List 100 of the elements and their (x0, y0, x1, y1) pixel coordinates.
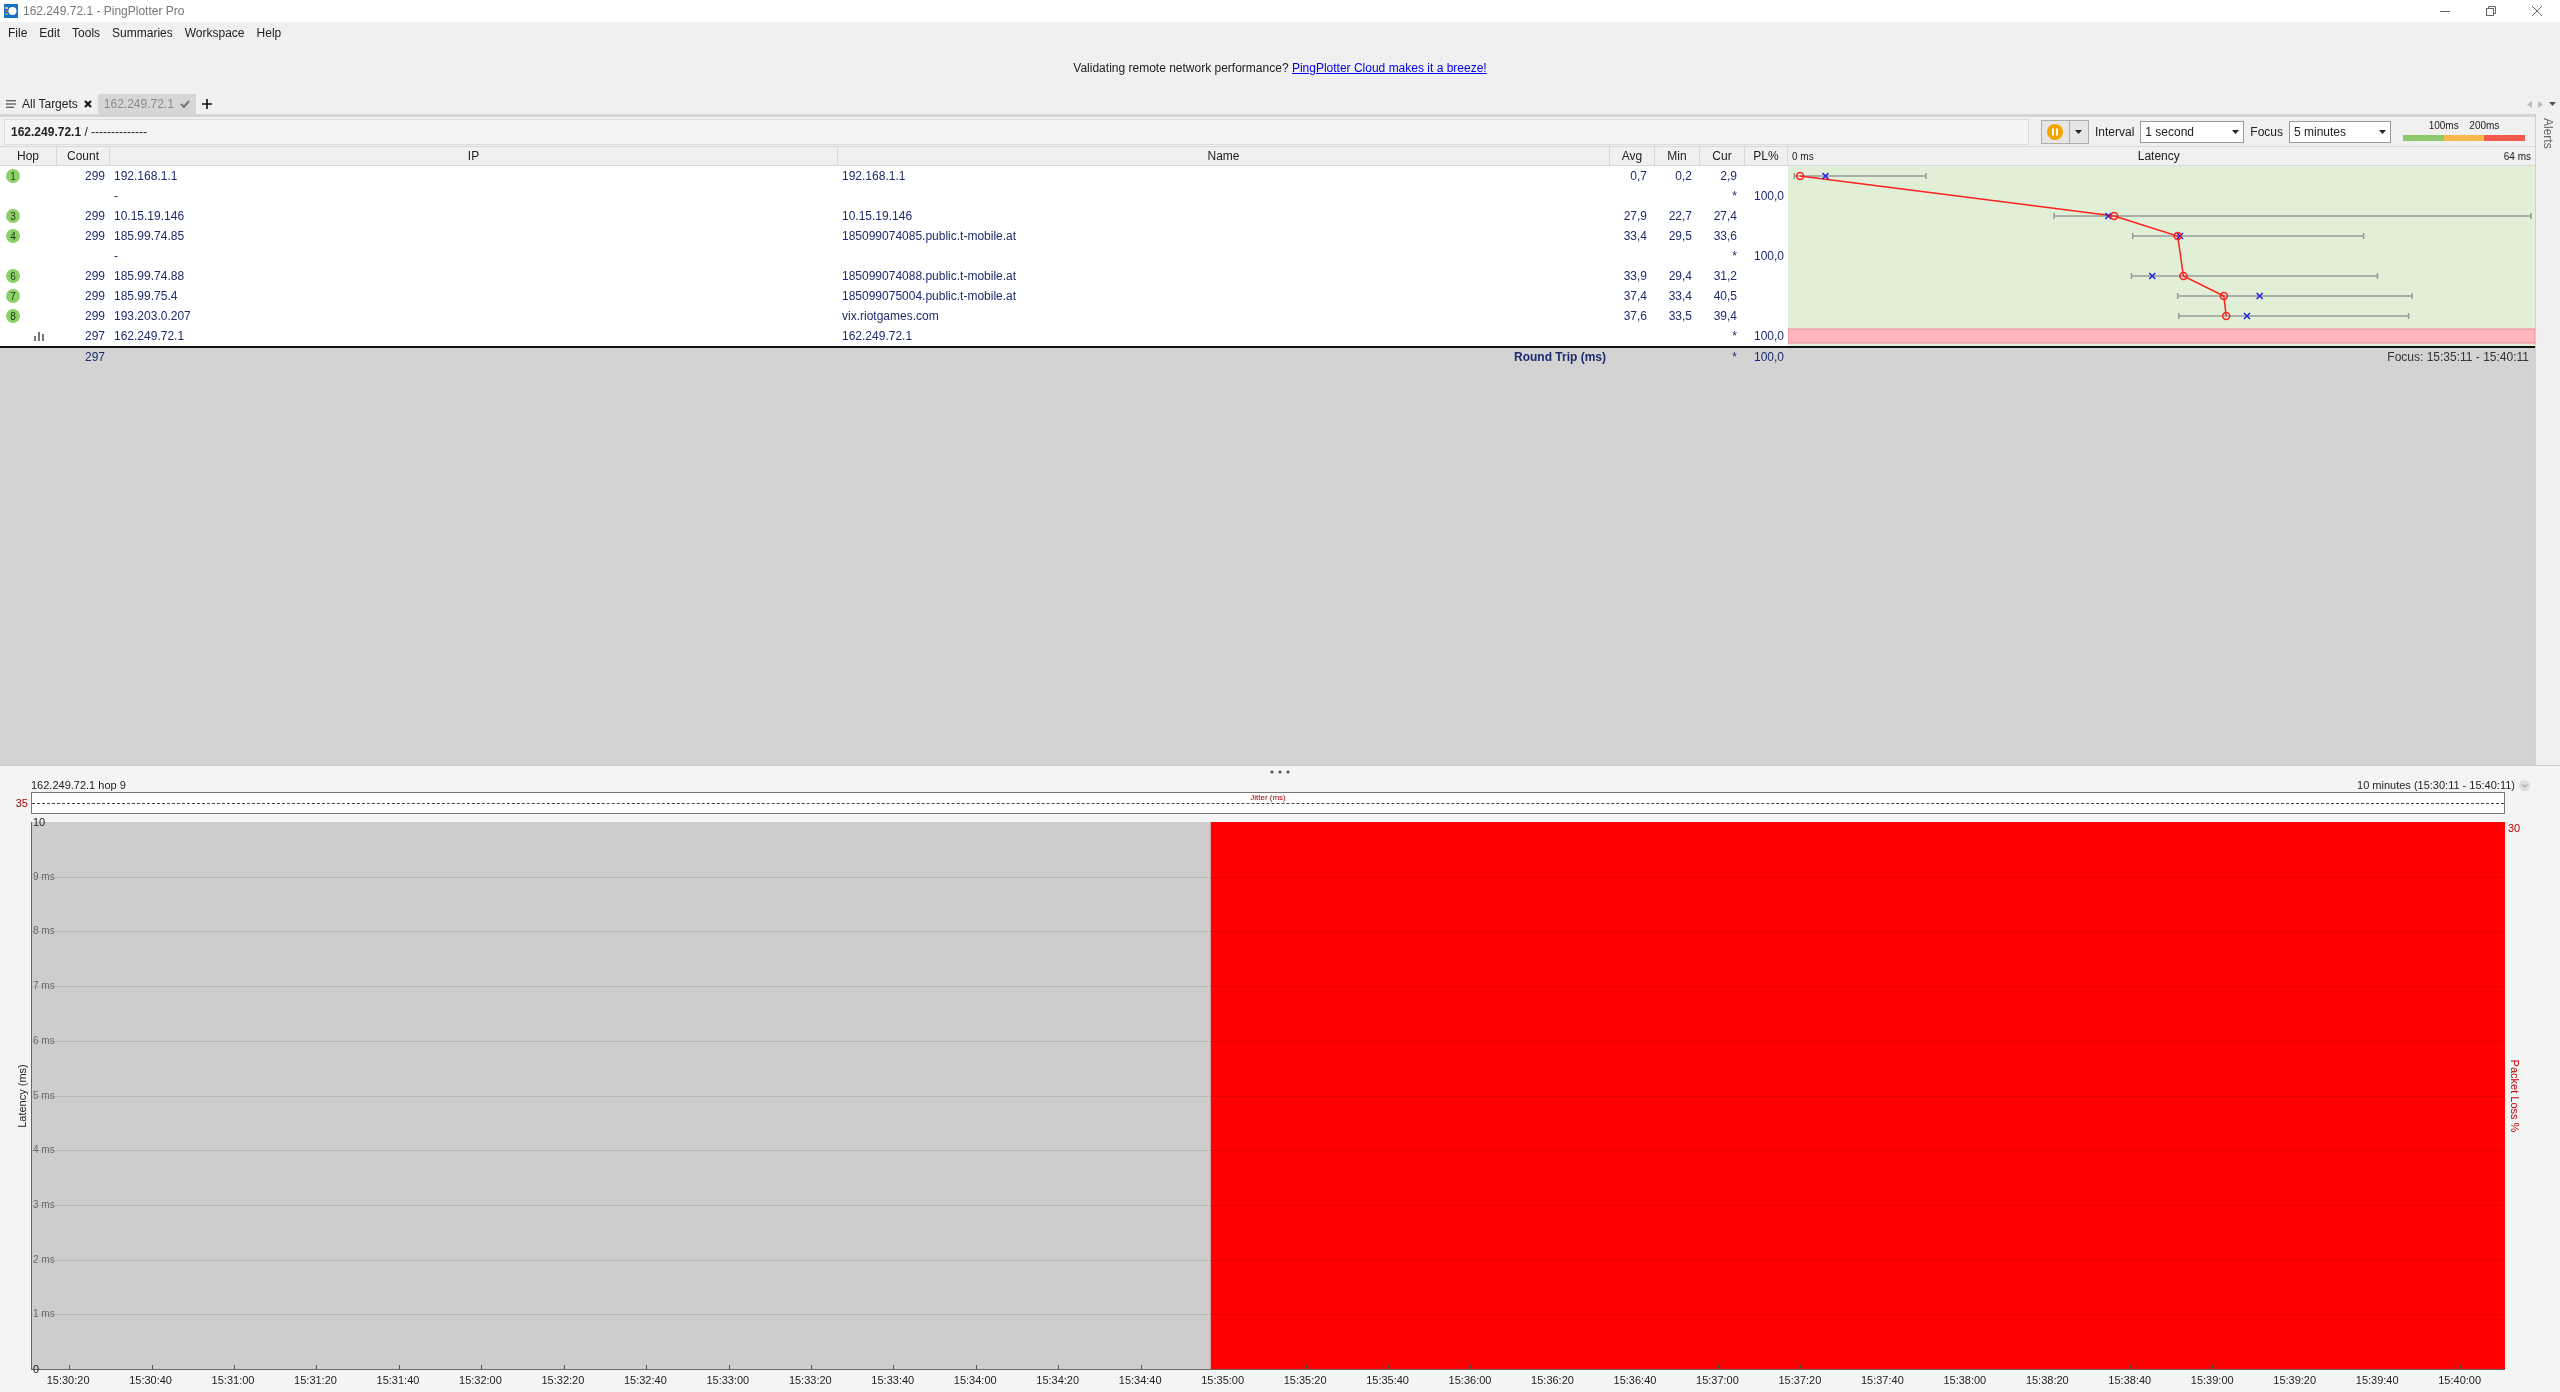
graph-title: 162.249.72.1 hop 9 (31, 777, 126, 793)
table-cell: 10.15.19.146 (114, 209, 185, 223)
target-path: 162.249.72.1 / -------------- (4, 118, 2029, 145)
promo-link[interactable]: PingPlotter Cloud makes it a breeze! (1291, 61, 1487, 75)
table-cell-text: 299 (84, 288, 105, 305)
table-cell: 185.99.75.4 (114, 289, 178, 303)
caret-icon (2379, 129, 2386, 134)
menu-item[interactable]: Tools (66, 22, 107, 44)
round-trip-label: Round Trip (ms) (1513, 349, 1607, 366)
table-cell-text: * (1732, 248, 1737, 265)
current-marker (2243, 312, 2251, 320)
axis-label: 15:32:00 (459, 1373, 502, 1388)
check-icon (179, 100, 190, 108)
table-cell-text: 39,4 (1713, 308, 1737, 325)
splitter-handle-icon[interactable] (1270, 770, 1290, 774)
table-cell-text: 40,5 (1713, 288, 1737, 305)
table-cell-text: 37,4 (1623, 288, 1647, 305)
table-cell-text: 22,7 (1668, 208, 1692, 225)
axis-label: 15:32:40 (623, 1373, 667, 1388)
table-cell: 162.249.72.1 (114, 329, 185, 343)
menu-item[interactable]: Summaries (106, 22, 179, 44)
table-cell-text: 299 (84, 168, 105, 185)
current-marker (2148, 272, 2156, 280)
table-cell-text: 33,5 (1668, 308, 1692, 325)
table-cell-text: 0,7 (1630, 168, 1647, 185)
menu-item[interactable]: Help (250, 22, 288, 44)
menu-item[interactable]: Edit (33, 22, 67, 44)
axis-label: 15:30:40 (129, 1373, 172, 1388)
axis-label: 15:34:40 (1118, 1373, 1162, 1388)
table-cell: 192.168.1.1 (114, 169, 178, 183)
table-cell: 193.203.0.207 (114, 309, 191, 323)
current-marker (2176, 232, 2184, 240)
table-cell-text: * (1731, 349, 1738, 366)
table-cell-text: 297 (84, 328, 105, 345)
grid-label: 2 ms (33, 1253, 55, 1266)
table-cell-text: 299 (84, 268, 105, 285)
hop-number: 6 (6, 269, 20, 283)
axis-label: 15:34:20 (1036, 1373, 1080, 1388)
interval-label: Interval (2094, 123, 2135, 141)
axis-label: 15:36:00 (1448, 1373, 1492, 1388)
focus-label: Focus (2250, 123, 2283, 141)
legend-label: 200ms (2469, 119, 2500, 132)
axis-label: 64 ms (2503, 149, 2531, 164)
average-marker (2219, 291, 2229, 301)
axis-label: 15:31:20 (294, 1373, 337, 1388)
table-cell-text: * (1732, 328, 1737, 345)
close-icon[interactable] (83, 100, 92, 108)
table-cell-text: 100,0 (1753, 328, 1784, 345)
table-cell: 10.15.19.146 (842, 209, 913, 223)
hop-number: 8 (6, 309, 20, 323)
axis-label: 35 (15, 795, 28, 811)
table-cell: 185.99.74.88 (114, 269, 185, 283)
grid-label: 9 ms (33, 870, 55, 883)
table-cell-text: * (1732, 188, 1737, 205)
table-cell: 162.249.72.1 (842, 329, 913, 343)
hop-number: 4 (6, 229, 20, 243)
table-cell-text: 297 (83, 349, 106, 366)
tab[interactable]: All Targets (0, 94, 98, 114)
app-icon (4, 4, 18, 18)
table-cell: - (114, 249, 118, 263)
average-marker (2173, 231, 2182, 241)
axis-label: 15:38:40 (2108, 1373, 2152, 1388)
bar-chart-icon (34, 331, 44, 341)
axis-label: 15:34:00 (953, 1373, 997, 1388)
grid-label: 1 ms (33, 1308, 55, 1321)
axis-label: 15:37:40 (1860, 1373, 1904, 1388)
interval-select[interactable]: 1 second (2140, 120, 2245, 143)
focus-select[interactable]: 5 minutes (2289, 120, 2391, 143)
jitter-label: Jitter (ms) (1250, 793, 1286, 802)
axis-label: 15:39:00 (2190, 1373, 2234, 1388)
menu-item[interactable]: Workspace (178, 22, 251, 44)
table-cell-text: 29,5 (1668, 228, 1692, 245)
axis-label: 30 (2508, 822, 2521, 834)
caret-icon[interactable] (2549, 102, 2556, 106)
axis-title: Latency (ms) (15, 1064, 29, 1128)
average-marker (2221, 311, 2231, 321)
average-marker (2179, 271, 2188, 281)
axis-label: 0 ms (1792, 149, 1814, 164)
menu-item[interactable]: File (2, 22, 34, 44)
axis-label: 10 (33, 816, 46, 828)
table-cell-text: 31,2 (1713, 268, 1737, 285)
close-icon (2532, 6, 2542, 16)
table-cell-text: 299 (84, 308, 105, 325)
table-cell: vix.riotgames.com (842, 309, 939, 323)
axis-label: 15:37:20 (1778, 1373, 1822, 1388)
time-range: 10 minutes (15:30:11 - 15:40:11) (2357, 777, 2515, 793)
table-cell-text: 33,4 (1623, 228, 1647, 245)
axis-label: 15:38:00 (1943, 1373, 1987, 1388)
table-cell: 192.168.1.1 (842, 169, 906, 183)
table-cell-text: 299 (84, 228, 105, 245)
table-cell-text: 100,0 (1753, 248, 1784, 265)
table-cell-text: 0,2 (1675, 168, 1692, 185)
axis-title: Packet Loss % (2507, 1059, 2522, 1133)
grid-label: 4 ms (33, 1144, 55, 1157)
caret-icon (2232, 129, 2240, 134)
axis-label: 15:36:40 (1613, 1373, 1657, 1388)
hop-number: 3 (6, 209, 20, 223)
table-cell-text: 27,4 (1713, 208, 1737, 225)
axis-label: 15:38:20 (2025, 1373, 2069, 1388)
axis-label: 15:32:20 (541, 1373, 585, 1388)
